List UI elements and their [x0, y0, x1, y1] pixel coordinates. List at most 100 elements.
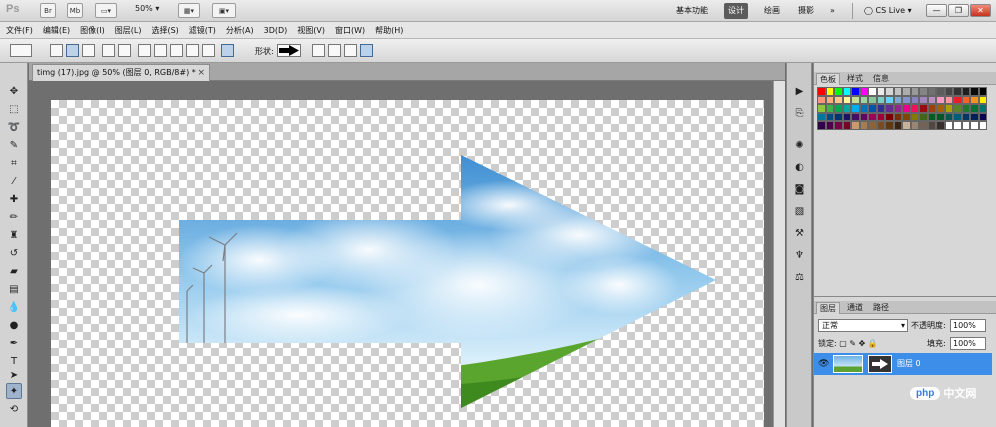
color-swatch[interactable]	[885, 112, 894, 121]
color-swatch[interactable]	[910, 104, 919, 113]
color-swatch[interactable]	[868, 95, 877, 104]
color-swatch[interactable]	[825, 95, 834, 104]
color-swatch[interactable]	[842, 121, 851, 130]
tab-paths[interactable]: 路径	[870, 302, 892, 314]
gradient-tool-icon[interactable]: ▤	[6, 281, 22, 297]
actions-panel-icon[interactable]: ▶	[792, 85, 807, 98]
color-swatch[interactable]	[910, 112, 919, 121]
menu-select[interactable]: 选择(S)	[151, 25, 178, 36]
screen-mode-button[interactable]: ▣▾	[212, 3, 236, 18]
color-swatch[interactable]	[868, 87, 877, 96]
workspace-painting[interactable]: 绘画	[760, 3, 784, 19]
menu-help[interactable]: 帮助(H)	[375, 25, 403, 36]
color-swatch[interactable]	[902, 87, 911, 96]
image-panel-icon[interactable]: ▧	[792, 205, 807, 218]
color-swatch[interactable]	[842, 104, 851, 113]
color-swatch[interactable]	[817, 95, 826, 104]
color-swatch[interactable]	[910, 95, 919, 104]
menu-file[interactable]: 文件(F)	[6, 25, 33, 36]
rectangle-shape-icon[interactable]	[138, 44, 151, 57]
menu-3d[interactable]: 3D(D)	[264, 26, 288, 35]
menu-layer[interactable]: 图层(L)	[115, 25, 142, 36]
adjustments-panel-icon[interactable]: ✺	[792, 139, 807, 152]
ellipse-shape-icon[interactable]	[170, 44, 183, 57]
color-swatch[interactable]	[953, 87, 962, 96]
color-swatch[interactable]	[961, 95, 970, 104]
color-swatch[interactable]	[825, 121, 834, 130]
color-swatch[interactable]	[902, 104, 911, 113]
color-swatch[interactable]	[885, 104, 894, 113]
notes-panel-icon[interactable]: ⚖	[792, 271, 807, 284]
tab-info[interactable]: 信息	[870, 73, 892, 85]
color-swatch[interactable]	[893, 95, 902, 104]
color-swatch[interactable]	[970, 121, 979, 130]
color-swatch[interactable]	[893, 112, 902, 121]
color-swatch[interactable]	[970, 87, 979, 96]
healing-brush-icon[interactable]: ✚	[6, 191, 22, 207]
color-swatch[interactable]	[893, 104, 902, 113]
color-swatch[interactable]	[919, 95, 928, 104]
color-swatch[interactable]	[851, 121, 860, 130]
tab-swatches[interactable]: 色板	[816, 73, 840, 85]
brush-tool-icon[interactable]: ✏	[6, 209, 22, 225]
color-swatch[interactable]	[859, 121, 868, 130]
color-swatch[interactable]	[970, 95, 979, 104]
custom-shape-tool-icon[interactable]: ✦	[6, 383, 22, 399]
history-brush-icon[interactable]: ↺	[6, 245, 22, 261]
color-swatch[interactable]	[851, 104, 860, 113]
opacity-field[interactable]: 100%	[950, 319, 986, 332]
color-swatch[interactable]	[851, 87, 860, 96]
color-swatch[interactable]	[876, 104, 885, 113]
color-swatch[interactable]	[859, 87, 868, 96]
brush-presets-icon[interactable]: ⚒	[792, 227, 807, 240]
color-swatch[interactable]	[919, 112, 928, 121]
color-swatch[interactable]	[944, 121, 953, 130]
color-swatch[interactable]	[859, 95, 868, 104]
document-tab[interactable]: timg (17).jpg @ 50% (图层 0, RGB/8#) * ×	[32, 64, 210, 81]
color-swatch[interactable]	[919, 121, 928, 130]
menu-analysis[interactable]: 分析(A)	[226, 25, 254, 36]
color-swatch[interactable]	[868, 121, 877, 130]
color-swatch[interactable]	[825, 112, 834, 121]
color-swatch[interactable]	[817, 87, 826, 96]
color-swatch[interactable]	[978, 95, 987, 104]
color-swatch[interactable]	[927, 95, 936, 104]
color-swatch[interactable]	[885, 87, 894, 96]
color-swatch[interactable]	[953, 121, 962, 130]
fill-pixels-mode-button[interactable]	[82, 44, 95, 57]
color-swatch[interactable]	[961, 112, 970, 121]
color-swatch[interactable]	[834, 87, 843, 96]
color-swatch[interactable]	[868, 104, 877, 113]
color-swatch[interactable]	[859, 104, 868, 113]
more-workspaces-button[interactable]: »	[826, 3, 839, 19]
color-swatch[interactable]	[851, 95, 860, 104]
tab-channels[interactable]: 通道	[844, 302, 866, 314]
lasso-tool-icon[interactable]: ➰	[6, 119, 22, 135]
color-swatch[interactable]	[885, 121, 894, 130]
menu-view[interactable]: 视图(V)	[297, 25, 325, 36]
intersect-path-icon[interactable]	[344, 44, 357, 57]
color-swatch[interactable]	[817, 104, 826, 113]
color-swatch[interactable]	[978, 112, 987, 121]
color-swatch[interactable]	[961, 104, 970, 113]
workspace-photography[interactable]: 摄影	[794, 3, 818, 19]
restore-button[interactable]: ❐	[948, 4, 969, 17]
path-selection-icon[interactable]: ➤	[6, 367, 22, 383]
vertical-scrollbar[interactable]	[773, 81, 785, 427]
clone-source-icon[interactable]: ♆	[792, 249, 807, 262]
color-swatch[interactable]	[944, 87, 953, 96]
color-swatch[interactable]	[944, 95, 953, 104]
color-swatch[interactable]	[953, 104, 962, 113]
tool-preset-picker[interactable]	[10, 44, 32, 57]
dodge-tool-icon[interactable]: ●	[6, 317, 22, 333]
color-swatch[interactable]	[953, 112, 962, 121]
color-swatch[interactable]	[927, 112, 936, 121]
color-swatch[interactable]	[936, 121, 945, 130]
clone-stamp-icon[interactable]: ♜	[6, 227, 22, 243]
line-shape-icon[interactable]	[202, 44, 215, 57]
custom-shape-icon[interactable]	[221, 44, 234, 57]
color-swatch[interactable]	[876, 121, 885, 130]
rounded-rectangle-icon[interactable]	[154, 44, 167, 57]
polygon-shape-icon[interactable]	[186, 44, 199, 57]
menu-edit[interactable]: 编辑(E)	[43, 25, 70, 36]
